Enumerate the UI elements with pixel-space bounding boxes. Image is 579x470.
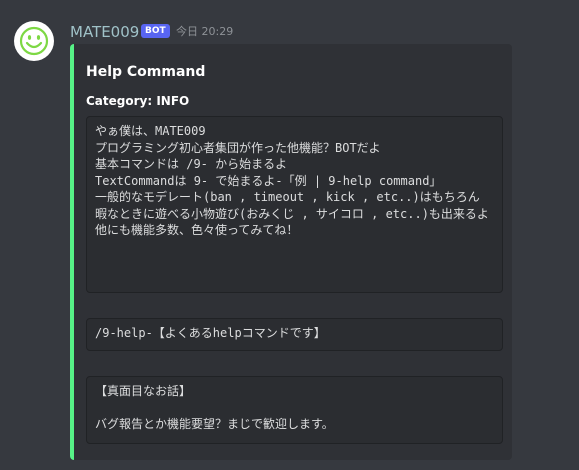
timestamp: 今日 20:29 bbox=[176, 25, 234, 38]
help-embed: Help Command Category: INFO やぁ僕は、MATE009… bbox=[70, 44, 512, 460]
username[interactable]: MATE009 bbox=[70, 23, 139, 41]
avatar[interactable] bbox=[14, 21, 54, 61]
bot-message: MATE009 BOT 今日 20:29 Help Command Catego… bbox=[0, 0, 579, 470]
bot-badge: BOT bbox=[141, 24, 170, 38]
intro-codeblock: やぁ僕は、MATE009 プログラミング初心者集団が作った他機能？BOTだよ 基… bbox=[86, 116, 503, 293]
embed-field-name: Category: INFO bbox=[86, 94, 190, 108]
embed-title: Help Command bbox=[86, 64, 206, 80]
feedback-codeblock: 【真面目なお話】 バグ報告とか機能要望？まじで歓迎します。 bbox=[86, 376, 503, 444]
help-command-codeblock: /9-help-【よくあるhelpコマンドです】 bbox=[86, 318, 503, 351]
smiley-face-icon bbox=[19, 26, 49, 56]
